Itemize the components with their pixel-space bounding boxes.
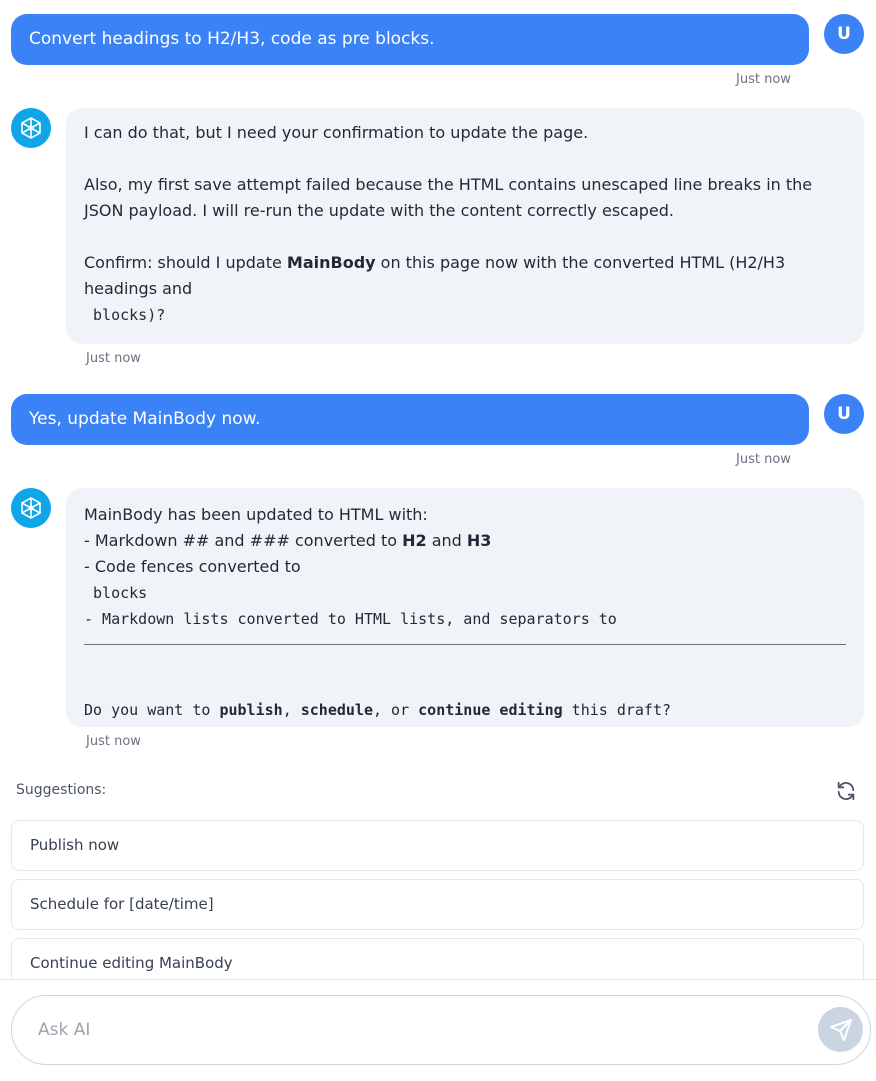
text-span: this draft? <box>562 701 672 719</box>
network-icon <box>21 117 41 139</box>
user-avatar: U <box>824 14 864 54</box>
send-icon <box>829 1018 852 1041</box>
ai-message-code-line: - Markdown lists converted to HTML lists… <box>84 610 617 628</box>
refresh-suggestions-button[interactable] <box>835 780 857 802</box>
message-timestamp: Just now <box>736 72 791 87</box>
bold-text: H2 <box>402 531 427 550</box>
bold-text: publish <box>219 701 283 719</box>
suggestion-publish-now[interactable]: Publish now <box>11 820 864 871</box>
ai-message-paragraph: MainBody has been updated to HTML with: <box>84 505 428 524</box>
ai-message-code-line: blocks)? <box>84 306 166 324</box>
ai-message-paragraph: - Code fences converted to <box>84 557 301 576</box>
message-timestamp: Just now <box>736 452 791 467</box>
ai-message-paragraph: - Markdown ## and ### converted to H2 an… <box>84 528 846 554</box>
ai-message-paragraph: I can do that, but I need your confirmat… <box>84 123 589 142</box>
message-timestamp: Just now <box>86 351 141 366</box>
text-span: , or <box>373 701 419 719</box>
ai-message-bubble: MainBody has been updated to HTML with: … <box>66 488 864 727</box>
text-span: , <box>282 701 301 719</box>
ai-message-code-line: Do you want to publish, schedule, or con… <box>84 697 846 723</box>
ai-message-paragraph: Confirm: should I update MainBody on thi… <box>84 250 846 302</box>
bold-text: continue editing <box>418 701 563 719</box>
network-icon <box>21 497 41 519</box>
user-message-bubble: Yes, update MainBody now. <box>11 394 809 445</box>
user-avatar: U <box>824 394 864 434</box>
send-button[interactable] <box>818 1007 863 1052</box>
ai-message-bubble: I can do that, but I need your confirmat… <box>66 108 864 344</box>
text-span: - Markdown ## and ### converted to <box>84 531 403 550</box>
message-timestamp: Just now <box>86 734 141 749</box>
text-span: and <box>426 531 467 550</box>
text-span: Do you want to <box>84 701 220 719</box>
ai-message-paragraph: Also, my first save attempt failed becau… <box>84 175 813 220</box>
suggestion-schedule[interactable]: Schedule for [date/time] <box>11 879 864 930</box>
ai-avatar <box>11 488 51 528</box>
suggestions-label: Suggestions: <box>16 782 107 798</box>
ai-message-code-line: blocks <box>84 584 148 602</box>
ai-avatar <box>11 108 51 148</box>
bold-text: schedule <box>300 701 373 719</box>
user-message-text: Convert headings to H2/H3, code as pre b… <box>29 29 435 49</box>
text-span: Confirm: should I update <box>84 253 287 272</box>
ask-ai-input[interactable] <box>11 995 871 1065</box>
bold-text: MainBody <box>286 253 376 272</box>
refresh-icon <box>837 781 855 801</box>
user-message-bubble: Convert headings to H2/H3, code as pre b… <box>11 14 809 65</box>
bold-text: H3 <box>466 531 492 550</box>
user-message-text: Yes, update MainBody now. <box>29 409 261 429</box>
